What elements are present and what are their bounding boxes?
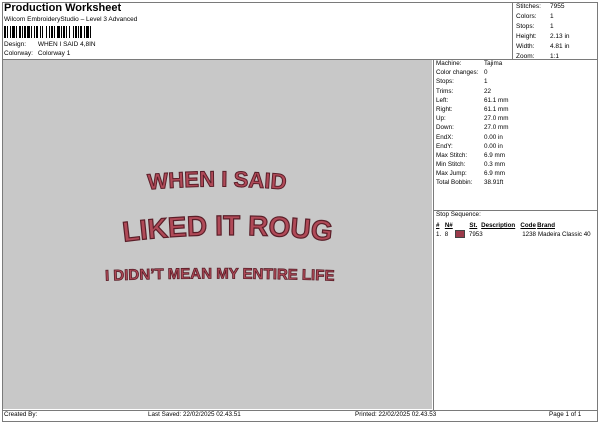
software-name: Wilcom EmbroideryStudio – Level 3 Advanc…	[4, 16, 138, 23]
stop-sequence-title: Stop Sequence:	[436, 211, 481, 218]
spec-value: 27.0 mm	[484, 124, 509, 132]
spec-value: 38.91ft	[484, 179, 504, 187]
table-row: 1. 8 7953 1238 Madeira Classic 40	[436, 230, 596, 239]
spec-left: Left: 61.1 mm	[436, 96, 596, 105]
colorway-label: Colorway:	[4, 50, 33, 57]
spec-value: Tajima	[484, 60, 503, 67]
stat-label: Colors:	[516, 13, 537, 20]
stat-value: 7955	[550, 3, 565, 10]
stat-label: Stops:	[516, 23, 535, 30]
design-label: Design:	[4, 41, 27, 48]
spec-color-changes: Color changes: 0	[436, 68, 596, 77]
col-index: #	[436, 222, 440, 229]
col-description: Description	[481, 222, 516, 229]
stat-value: 1	[550, 13, 554, 20]
stat-height: Height: 2.13 in	[516, 32, 596, 42]
stat-value: 1	[550, 23, 554, 30]
footer-divider	[2, 410, 598, 411]
spec-max-jump: Max Jump: 6.9 mm	[436, 169, 596, 178]
row-code: 1238	[522, 231, 536, 238]
col-swatch	[456, 221, 470, 230]
spec-down: Down: 27.0 mm	[436, 123, 596, 132]
thread-swatch	[455, 230, 469, 239]
spec-label: Total Bobbin:	[436, 179, 473, 187]
printed-date: Printed: 22/02/2025 02.43.53	[355, 411, 437, 418]
row-needle: 8	[444, 231, 449, 238]
spec-label: Machine:	[436, 60, 462, 67]
spec-label: Trims:	[436, 87, 454, 95]
barcode	[4, 26, 136, 38]
row-index: 1.	[436, 231, 442, 238]
spec-label: EndX:	[436, 133, 454, 141]
created-by: Created By:	[4, 411, 38, 418]
stat-stitches: Stitches: 7955	[516, 2, 596, 12]
colorway-value: Colorway 1	[37, 50, 71, 57]
artwork-line-1: WHEN I SAID	[146, 166, 287, 194]
stat-colors: Colors: 1	[516, 12, 596, 22]
artwork-line-3: I DIDN’T MEAN MY ENTIRE LIFE	[105, 265, 335, 284]
last-saved: Last Saved: 22/02/2025 02.43.51	[148, 411, 241, 418]
spec-label: Left:	[436, 96, 449, 104]
design-value: WHEN I SAID 4,8IN	[37, 41, 96, 48]
embroidery-artwork: WHEN I SAID I LIKED IT ROUGH I DIDN’T ME…	[0, 34, 335, 285]
spec-endy: EndY: 0.00 in	[436, 142, 596, 151]
col-brand: Brand	[537, 222, 555, 229]
spec-value: 0	[484, 69, 488, 77]
stop-sequence-table: # N# St. Description Code Brand 1. 8 795…	[436, 221, 596, 239]
design-preview: WHEN I SAID I LIKED IT ROUGH I DIDN’T ME…	[0, 34, 432, 409]
spec-value: 0.00 in	[484, 133, 503, 141]
spec-label: Right:	[436, 105, 453, 113]
spec-machine: Machine: Tajima	[436, 59, 596, 68]
spec-min-stitch: Min Stitch: 0.3 mm	[436, 160, 596, 169]
spec-label: Up:	[436, 115, 446, 123]
artwork-line-2: I LIKED IT ROUGH	[3, 60, 334, 248]
row-description	[481, 230, 520, 239]
spec-label: Color changes:	[436, 69, 479, 77]
stat-width: Width: 4.81 in	[516, 42, 596, 52]
spec-value: 0.3 mm	[484, 161, 505, 169]
spec-value: 27.0 mm	[484, 115, 509, 123]
spec-value: 61.1 mm	[484, 96, 509, 104]
spec-up: Up: 27.0 mm	[436, 114, 596, 123]
spec-total-bobbin: Total Bobbin: 38.91ft	[436, 178, 596, 187]
stat-stops: Stops: 1	[516, 22, 596, 32]
spec-endx: EndX: 0.00 in	[436, 133, 596, 142]
spec-value: 61.1 mm	[484, 105, 509, 113]
spec-label: Stops:	[436, 78, 454, 86]
machine-specs: Machine: Tajima Color changes: 0 Stops: 1 T…	[436, 59, 596, 188]
spec-value: 0.00 in	[484, 142, 503, 150]
spec-label: EndY:	[436, 142, 453, 150]
stat-label: Width:	[516, 43, 535, 50]
canvas-divider	[433, 59, 434, 410]
spec-label: Max Stitch:	[436, 151, 468, 159]
worksheet-title: Production Worksheet	[4, 2, 122, 14]
spec-value: 22	[484, 87, 492, 95]
spec-value: 6.9 mm	[484, 170, 505, 178]
page-number: Page 1 of 1	[549, 411, 582, 418]
design-row: Design: WHEN I SAID 4,8IN	[4, 41, 96, 48]
spec-label: Min Stitch:	[436, 161, 466, 169]
row-brand: Madeira Classic 40	[537, 231, 591, 238]
spec-stops: Stops: 1	[436, 77, 596, 86]
spec-value: 1	[484, 78, 488, 86]
spec-trims: Trims: 22	[436, 87, 596, 96]
stat-value: 2.13 in	[550, 33, 570, 40]
spec-right: Right: 61.1 mm	[436, 105, 596, 114]
spec-label: Down:	[436, 124, 454, 132]
colorway-row: Colorway: Colorway 1	[4, 50, 70, 57]
col-code: Code	[520, 222, 536, 229]
color-swatch-icon	[455, 230, 466, 239]
col-stitches: St.	[469, 222, 478, 229]
stats-panel: Stitches: 7955 Colors: 1 Stops: 1 Height: 2.…	[512, 2, 596, 62]
col-needle: N#	[444, 222, 453, 229]
spec-max-stitch: Max Stitch: 6.9 mm	[436, 151, 596, 160]
spec-label: Max Jump:	[436, 170, 467, 178]
stat-value: 4.81 in	[550, 43, 570, 50]
stop-sequence-header: # N# St. Description Code Brand	[436, 221, 596, 230]
row-stitches: 7953	[468, 231, 483, 238]
stat-label: Stitches:	[516, 3, 541, 10]
spec-value: 6.9 mm	[484, 151, 505, 159]
stat-label: Height:	[516, 33, 537, 40]
